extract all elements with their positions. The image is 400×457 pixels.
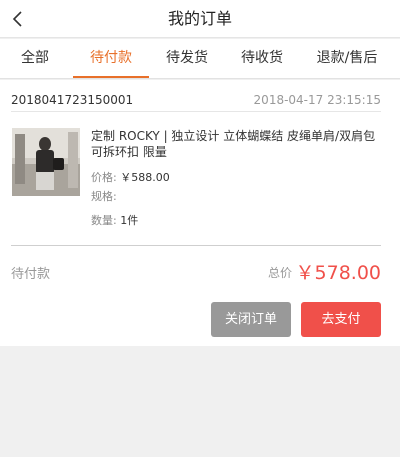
order-card: 2018041723150001 2018-04-17 23:15:15 定制 … bbox=[0, 80, 400, 346]
product-quantity: 数量: 1件 bbox=[91, 212, 138, 228]
product-spec: 规格: bbox=[91, 188, 117, 204]
product-price: 价格: ￥588.00 bbox=[91, 169, 170, 185]
qty-label: 数量: bbox=[91, 214, 117, 227]
page-title: 我的订单 bbox=[167, 9, 232, 28]
price-label: 价格: bbox=[91, 171, 117, 184]
tab-refund-aftersales[interactable]: 退款/售后 bbox=[312, 39, 382, 79]
tab-pending-payment[interactable]: 待付款 bbox=[86, 39, 136, 79]
total-value: ￥578.00 bbox=[295, 262, 381, 284]
tab-all[interactable]: 全部 bbox=[15, 39, 55, 79]
pay-button[interactable]: 去支付 bbox=[301, 302, 381, 337]
product-title[interactable]: 定制 ROCKY | 独立设计 立体蝴蝶结 皮绳单肩/双肩包 可拆环扣 限量 bbox=[91, 128, 381, 160]
active-tab-indicator bbox=[73, 76, 149, 78]
divider bbox=[11, 245, 381, 246]
order-time: 2018-04-17 23:15:15 bbox=[253, 93, 381, 107]
order-status: 待付款 bbox=[11, 267, 51, 282]
close-order-button[interactable]: 关闭订单 bbox=[211, 302, 291, 337]
order-tabs: 全部 待付款 待发货 待收货 退款/售后 bbox=[0, 39, 400, 79]
top-bar: 我的订单 bbox=[0, 0, 400, 38]
price-value: ￥588.00 bbox=[120, 171, 170, 184]
divider bbox=[11, 111, 381, 112]
qty-value: 1件 bbox=[120, 214, 139, 227]
order-number: 2018041723150001 bbox=[11, 93, 134, 107]
total-label: 总价 bbox=[268, 266, 293, 280]
product-thumbnail[interactable] bbox=[12, 128, 80, 196]
spec-label: 规格: bbox=[91, 190, 117, 203]
tab-pending-shipment[interactable]: 待发货 bbox=[162, 39, 212, 79]
tab-pending-receipt[interactable]: 待收货 bbox=[237, 39, 287, 79]
